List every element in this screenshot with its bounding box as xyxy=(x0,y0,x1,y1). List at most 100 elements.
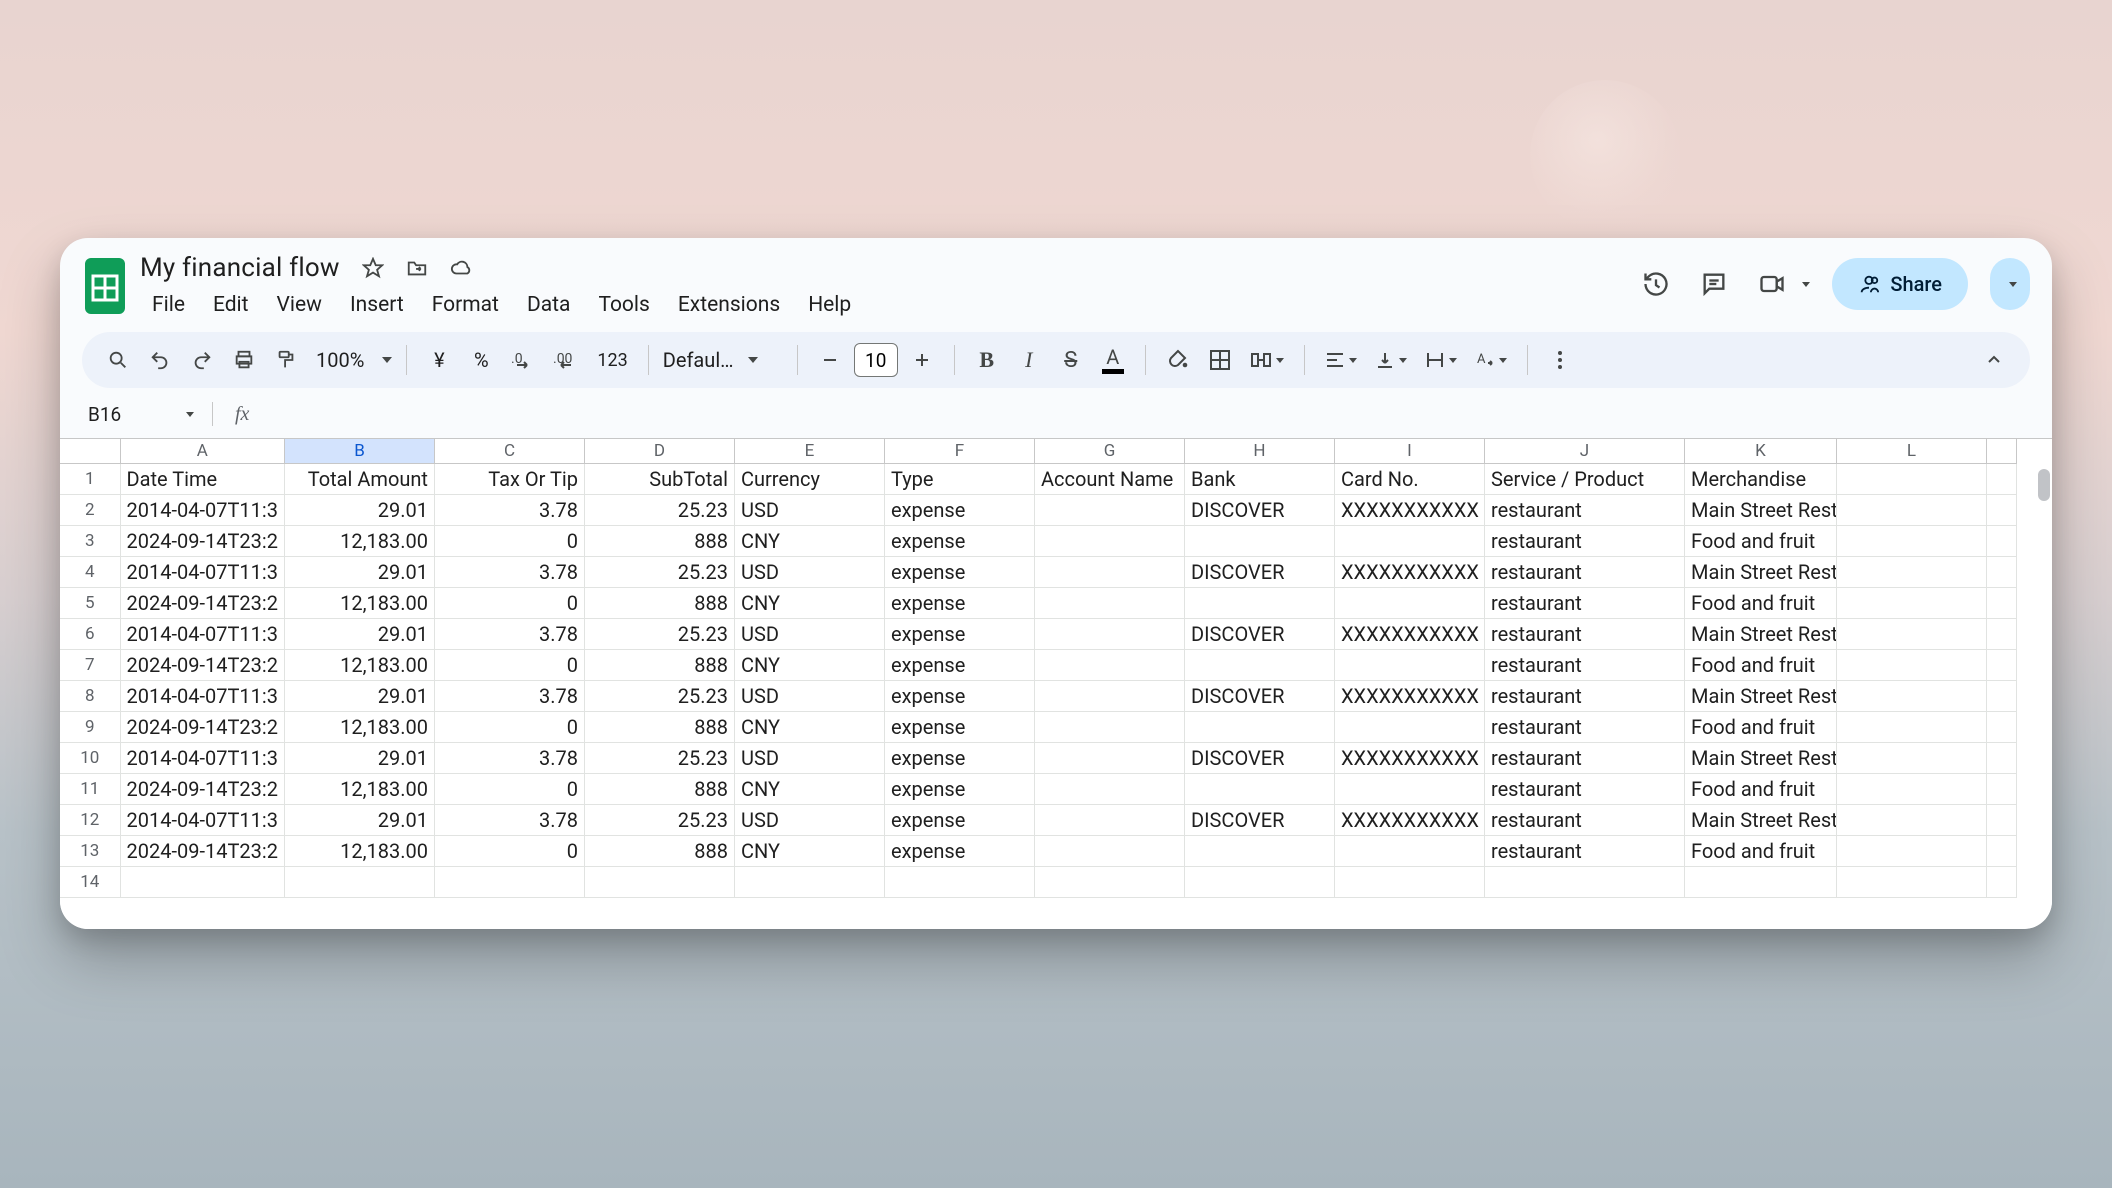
cell[interactable]: USD xyxy=(734,556,884,587)
select-all-corner[interactable] xyxy=(60,439,120,463)
cell[interactable] xyxy=(1034,866,1184,897)
cell[interactable]: Food and fruit xyxy=(1684,587,1836,618)
text-wrap-button[interactable] xyxy=(1419,342,1463,378)
cell[interactable]: 29.01 xyxy=(284,804,434,835)
cell[interactable]: CNY xyxy=(734,711,884,742)
cell[interactable]: DISCOVER xyxy=(1184,618,1334,649)
cell[interactable] xyxy=(1034,742,1184,773)
cell[interactable]: 0 xyxy=(434,525,584,556)
cell[interactable]: restaurant xyxy=(1484,711,1684,742)
cell[interactable]: restaurant xyxy=(1484,587,1684,618)
cell[interactable]: expense xyxy=(884,494,1034,525)
spreadsheet-grid[interactable]: ABCDEFGHIJKL 1Date TimeTotal AmountTax O… xyxy=(60,438,2052,929)
cell[interactable] xyxy=(1184,649,1334,680)
cell[interactable]: 2024-09-14T23:2 xyxy=(120,835,284,866)
cell[interactable]: expense xyxy=(884,587,1034,618)
cell[interactable]: XXXXXXXXXXX xyxy=(1334,556,1484,587)
cell[interactable]: 25.23 xyxy=(584,680,734,711)
cell[interactable]: CNY xyxy=(734,649,884,680)
menu-insert[interactable]: Insert xyxy=(338,289,416,321)
cell[interactable]: 3.78 xyxy=(434,680,584,711)
cell[interactable]: restaurant xyxy=(1484,649,1684,680)
name-box-dropdown-icon[interactable] xyxy=(186,412,194,417)
cell[interactable]: Food and fruit xyxy=(1684,773,1836,804)
cell[interactable] xyxy=(1334,587,1484,618)
row-header[interactable]: 11 xyxy=(60,773,120,804)
collapse-toolbar-icon[interactable] xyxy=(1976,342,2012,378)
comments-icon[interactable] xyxy=(1696,266,1732,302)
cell[interactable] xyxy=(1034,618,1184,649)
header-cell[interactable]: Service / Product xyxy=(1484,463,1684,494)
cell[interactable]: Main Street Restaurant xyxy=(1684,494,1836,525)
cell[interactable] xyxy=(1836,680,1986,711)
cell[interactable]: 12,183.00 xyxy=(284,835,434,866)
row-header[interactable]: 6 xyxy=(60,618,120,649)
undo-icon[interactable] xyxy=(142,342,178,378)
cloud-status-icon[interactable] xyxy=(448,255,474,281)
cell[interactable] xyxy=(1034,556,1184,587)
header-cell[interactable]: Merchandise xyxy=(1684,463,1836,494)
cell[interactable] xyxy=(1836,494,1986,525)
row-header[interactable]: 12 xyxy=(60,804,120,835)
meet-icon[interactable] xyxy=(1754,266,1790,302)
column-header-K[interactable]: K xyxy=(1684,439,1836,463)
column-header-G[interactable]: G xyxy=(1034,439,1184,463)
cell[interactable] xyxy=(1034,680,1184,711)
formula-input[interactable] xyxy=(257,394,2052,434)
cell[interactable]: expense xyxy=(884,525,1034,556)
cell[interactable]: Main Street Restaurant xyxy=(1684,804,1836,835)
column-header-D[interactable]: D xyxy=(584,439,734,463)
cell[interactable]: expense xyxy=(884,804,1034,835)
column-header-C[interactable]: C xyxy=(434,439,584,463)
cell[interactable] xyxy=(1836,804,1986,835)
cell[interactable] xyxy=(1034,587,1184,618)
cell[interactable] xyxy=(1334,773,1484,804)
cell[interactable]: 12,183.00 xyxy=(284,525,434,556)
cell[interactable]: 2014-04-07T11:3 xyxy=(120,804,284,835)
column-header-E[interactable]: E xyxy=(734,439,884,463)
format-currency-button[interactable]: ¥ xyxy=(421,342,457,378)
cell[interactable]: USD xyxy=(734,494,884,525)
sheets-logo-icon[interactable] xyxy=(78,250,132,322)
more-formats-button[interactable]: 123 xyxy=(591,342,633,378)
cell[interactable]: XXXXXXXXXXX xyxy=(1334,804,1484,835)
cell[interactable]: expense xyxy=(884,649,1034,680)
cell[interactable] xyxy=(1034,804,1184,835)
cell[interactable]: 0 xyxy=(434,587,584,618)
row-header[interactable]: 5 xyxy=(60,587,120,618)
header-cell[interactable]: Date Time xyxy=(120,463,284,494)
cell[interactable]: CNY xyxy=(734,525,884,556)
cell[interactable] xyxy=(1184,525,1334,556)
cell[interactable]: CNY xyxy=(734,773,884,804)
cell[interactable] xyxy=(1836,587,1986,618)
cell[interactable]: DISCOVER xyxy=(1184,494,1334,525)
cell[interactable] xyxy=(1986,494,2016,525)
cell[interactable]: expense xyxy=(884,742,1034,773)
meet-dropdown-icon[interactable] xyxy=(1802,282,1810,287)
font-size-increase-icon[interactable] xyxy=(904,342,940,378)
cell[interactable] xyxy=(1836,525,1986,556)
zoom-level[interactable]: 100% xyxy=(310,348,370,372)
cell[interactable] xyxy=(1986,835,2016,866)
borders-button[interactable] xyxy=(1202,342,1238,378)
cell[interactable]: 25.23 xyxy=(584,494,734,525)
menu-extensions[interactable]: Extensions xyxy=(666,289,792,321)
cell[interactable] xyxy=(1334,835,1484,866)
cell[interactable]: 2014-04-07T11:3 xyxy=(120,680,284,711)
cell[interactable]: DISCOVER xyxy=(1184,742,1334,773)
cell[interactable]: 29.01 xyxy=(284,494,434,525)
cell[interactable] xyxy=(1034,773,1184,804)
font-size-input[interactable]: 10 xyxy=(854,343,898,377)
header-cell[interactable]: Account Name xyxy=(1034,463,1184,494)
cell[interactable]: 888 xyxy=(584,711,734,742)
cell[interactable] xyxy=(1986,711,2016,742)
column-header-I[interactable]: I xyxy=(1334,439,1484,463)
cell[interactable]: 2024-09-14T23:2 xyxy=(120,711,284,742)
bold-button[interactable]: B xyxy=(969,342,1005,378)
cell[interactable]: expense xyxy=(884,680,1034,711)
cell[interactable] xyxy=(1836,463,1986,494)
cell[interactable] xyxy=(1836,773,1986,804)
redo-icon[interactable] xyxy=(184,342,220,378)
cell[interactable]: 25.23 xyxy=(584,618,734,649)
column-header-B[interactable]: B xyxy=(284,439,434,463)
